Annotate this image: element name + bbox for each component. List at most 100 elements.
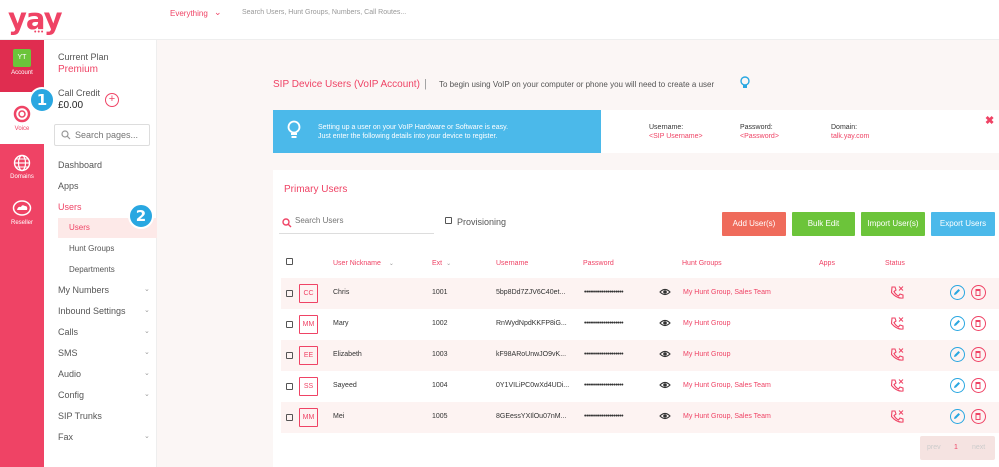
chevron-down-icon[interactable]: ⌄ bbox=[214, 7, 222, 18]
subnav-item-hunt-groups[interactable]: Hunt Groups bbox=[58, 239, 157, 259]
delete-user-button[interactable] bbox=[971, 285, 986, 300]
row-checkbox[interactable] bbox=[286, 383, 293, 390]
users-search[interactable] bbox=[279, 214, 434, 234]
bulk-edit-button[interactable]: Bulk Edit bbox=[792, 212, 855, 236]
user-hunt-groups[interactable]: My Hunt Group, Sales Team bbox=[683, 289, 771, 296]
eye-icon[interactable] bbox=[659, 411, 671, 421]
users-search-input[interactable] bbox=[295, 216, 430, 225]
delete-user-button[interactable] bbox=[971, 409, 986, 424]
add-credit-button[interactable]: + bbox=[105, 93, 119, 107]
add-user-button[interactable]: Add User(s) bbox=[722, 212, 786, 236]
select-all-checkbox[interactable] bbox=[286, 258, 293, 265]
edit-user-button[interactable] bbox=[950, 316, 965, 331]
user-nickname: Mary bbox=[333, 320, 349, 327]
card-title: Primary Users bbox=[284, 184, 348, 195]
sidebar-item-label: SIP Trunks bbox=[58, 411, 102, 421]
rail-item-label: Reseller bbox=[10, 220, 33, 226]
phone-offline-icon bbox=[890, 410, 904, 423]
sidebar-item-label: Audio bbox=[58, 369, 82, 379]
info-username-value: <SIP Username> bbox=[649, 133, 703, 140]
user-password: •••••••••••••••••••• bbox=[584, 382, 624, 389]
user-hunt-groups[interactable]: My Hunt Group bbox=[683, 320, 730, 327]
edit-user-button[interactable] bbox=[950, 285, 965, 300]
sidebar-item-label: SMS bbox=[58, 348, 78, 358]
search-scope-select[interactable]: Everything bbox=[170, 9, 208, 18]
pencil-icon bbox=[954, 289, 960, 295]
provisioning-toggle[interactable]: Provisioning bbox=[445, 217, 506, 227]
column-header-label: User Nickname bbox=[333, 260, 381, 267]
import-users-button[interactable]: Import User(s) bbox=[861, 212, 925, 236]
sort-icon[interactable]: ⌄ bbox=[446, 261, 451, 267]
provisioning-checkbox[interactable] bbox=[445, 217, 452, 224]
info-domain-value: talk.yay.com bbox=[831, 133, 870, 140]
chevron-down-icon: ⌄ bbox=[144, 391, 150, 398]
column-header-apps: Apps bbox=[819, 260, 835, 267]
user-avatar: SS bbox=[299, 377, 318, 396]
table-row[interactable]: SS Sayeed 1004 0Y1VILiPC0wXd4UDi... ••••••••… bbox=[281, 371, 999, 402]
sip-info-banner: Setting up a user on your VoIP Hardware … bbox=[273, 110, 999, 153]
info-domain-label: Domain: bbox=[831, 124, 858, 131]
eye-icon[interactable] bbox=[659, 287, 671, 297]
user-nickname: Mei bbox=[333, 413, 345, 420]
pagination: prev 1 next bbox=[920, 436, 995, 460]
row-checkbox[interactable] bbox=[286, 290, 293, 297]
edit-user-button[interactable] bbox=[950, 347, 965, 362]
table-row[interactable]: MM Mei 1005 8GEessYXIlOu07nM... ••••••••••••… bbox=[281, 402, 999, 433]
column-header-nickname[interactable]: User Nickname ⌄ bbox=[333, 260, 394, 267]
chevron-down-icon: ⌄ bbox=[144, 349, 150, 356]
column-header-ext[interactable]: Ext ⌄ bbox=[432, 260, 451, 267]
user-ext: 1002 bbox=[432, 320, 448, 327]
table-row[interactable]: EE Elizabeth 1003 kF98ARoUnwJO9vK... •••••••… bbox=[281, 340, 999, 371]
row-checkbox[interactable] bbox=[286, 414, 293, 421]
pencil-icon bbox=[954, 413, 960, 419]
trash-icon bbox=[975, 413, 981, 420]
user-hunt-groups[interactable]: My Hunt Group bbox=[683, 351, 730, 358]
trash-icon bbox=[975, 382, 981, 389]
global-search-input[interactable]: Search Users, Hunt Groups, Numbers, Call… bbox=[242, 9, 406, 16]
page-search-input[interactable] bbox=[75, 128, 147, 142]
row-checkbox[interactable] bbox=[286, 352, 293, 359]
sort-icon[interactable]: ⌄ bbox=[389, 261, 394, 267]
cloud-icon bbox=[12, 200, 32, 216]
edit-user-button[interactable] bbox=[950, 409, 965, 424]
pencil-icon bbox=[954, 382, 960, 388]
subnav-item-departments[interactable]: Departments bbox=[58, 260, 157, 280]
row-checkbox[interactable] bbox=[286, 321, 293, 328]
pagination-page[interactable]: 1 bbox=[954, 444, 958, 451]
lightbulb-icon[interactable] bbox=[740, 76, 750, 90]
rail-item-domains[interactable]: Domains bbox=[0, 144, 44, 196]
page-search[interactable] bbox=[54, 124, 150, 146]
subnav-item-label: Hunt Groups bbox=[69, 244, 115, 253]
info-password-value: <Password> bbox=[740, 133, 779, 140]
eye-icon[interactable] bbox=[659, 349, 671, 359]
eye-icon[interactable] bbox=[659, 318, 671, 328]
user-ext: 1001 bbox=[432, 289, 448, 296]
close-icon[interactable]: ✖ bbox=[985, 114, 994, 127]
globe-icon bbox=[13, 154, 31, 172]
rail-item-account[interactable]: YT Account bbox=[0, 40, 44, 92]
user-password: •••••••••••••••••••• bbox=[584, 351, 624, 358]
voice-icon bbox=[13, 105, 31, 123]
export-users-button[interactable]: Export Users bbox=[931, 212, 995, 236]
column-header-username: Username bbox=[496, 260, 529, 267]
user-hunt-groups[interactable]: My Hunt Group, Sales Team bbox=[683, 382, 771, 389]
edit-user-button[interactable] bbox=[950, 378, 965, 393]
trash-icon bbox=[975, 289, 981, 296]
sidebar-item-label: Inbound Settings bbox=[58, 306, 126, 316]
pagination-next[interactable]: next bbox=[972, 444, 985, 451]
page-description: To begin using VoIP on your computer or … bbox=[439, 80, 715, 89]
table-row[interactable]: MM Mary 1002 RnWydNpdKKFP8iG... ••••••••••••… bbox=[281, 309, 999, 340]
delete-user-button[interactable] bbox=[971, 347, 986, 362]
table-row[interactable]: CC Chris 1001 5bp8Dd7ZJV6C40et... ••••••••••… bbox=[281, 278, 999, 309]
delete-user-button[interactable] bbox=[971, 378, 986, 393]
user-username: RnWydNpdKKFP8iG... bbox=[496, 320, 567, 327]
user-hunt-groups[interactable]: My Hunt Group, Sales Team bbox=[683, 413, 771, 420]
eye-icon[interactable] bbox=[659, 380, 671, 390]
delete-user-button[interactable] bbox=[971, 316, 986, 331]
phone-offline-icon bbox=[890, 317, 904, 330]
user-avatar: MM bbox=[299, 408, 318, 427]
rail-item-reseller[interactable]: Reseller bbox=[0, 196, 44, 248]
user-ext: 1003 bbox=[432, 351, 448, 358]
user-password: •••••••••••••••••••• bbox=[584, 320, 624, 327]
pagination-prev[interactable]: prev bbox=[927, 444, 941, 451]
